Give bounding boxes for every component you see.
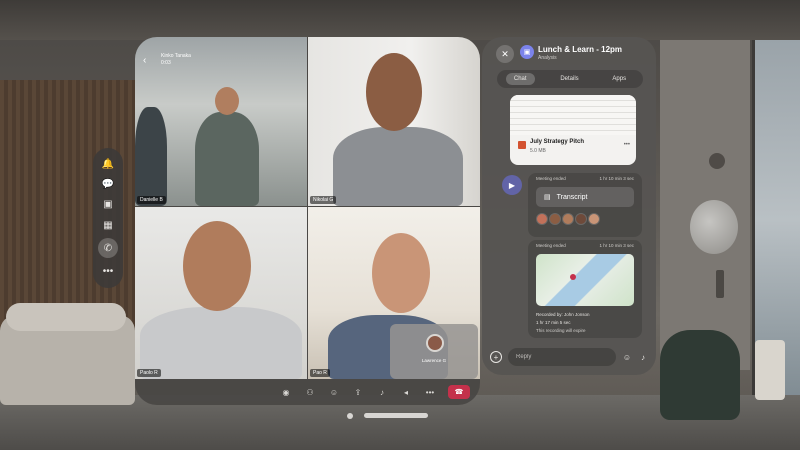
camera-icon[interactable]: ◉ [280, 386, 292, 398]
window-close-dot[interactable] [347, 413, 353, 419]
file-size: 5.0 MB [530, 148, 546, 154]
more-icon[interactable]: ••• [624, 142, 630, 148]
participant-tile[interactable]: Paolo R [135, 207, 307, 379]
more-icon[interactable]: ••• [424, 386, 436, 398]
self-view[interactable]: Lawrence G [390, 324, 478, 379]
meeting-window: ‹ Kinko Tanaka 0:03 Danielle B Nikolai G… [135, 37, 480, 405]
participant-name: Pao R [310, 369, 330, 377]
call-controls: ◉ ⚇ ☺ ⇪ ♪ ◂ ••• ☎ [135, 379, 480, 405]
attendee-avatars [536, 213, 600, 225]
map-preview[interactable] [536, 254, 634, 306]
mic-icon[interactable]: ♪ [638, 352, 648, 362]
map-pin-icon [570, 274, 576, 280]
avatar [588, 213, 600, 225]
powerpoint-icon [518, 141, 526, 149]
participant-name: Nikolai G [310, 196, 337, 204]
wall-switch [716, 270, 724, 298]
close-icon[interactable]: ✕ [496, 45, 514, 63]
calendar-icon[interactable]: ▦ [101, 218, 115, 232]
message-meta: Meeting ended [536, 176, 566, 181]
recording-duration: 1 hr 17 min 5 sec [536, 320, 571, 325]
chat-icon[interactable]: 💬 [101, 177, 115, 191]
transcript-label: Transcript [556, 193, 588, 201]
side-lamp [755, 340, 785, 400]
video-grid: ‹ Kinko Tanaka 0:03 Danielle B Nikolai G… [135, 37, 480, 379]
reactions-icon[interactable]: ☺ [328, 386, 340, 398]
file-name: July Strategy Pitch [530, 139, 585, 145]
overlay-title: Kinko Tanaka [161, 53, 191, 59]
emoji-icon[interactable]: ☺ [622, 352, 632, 362]
participant-name: Paolo R [137, 369, 161, 377]
file-preview [510, 95, 636, 135]
participant-figure [333, 127, 463, 206]
reply-composer: + ☺ ♪ [490, 346, 648, 368]
tab-apps[interactable]: Apps [604, 73, 634, 85]
message-card: Meeting ended 1 hr 10 min 3 sec ▤ Transc… [528, 173, 642, 237]
file-card[interactable]: July Strategy Pitch 5.0 MB ••• [510, 95, 636, 165]
channel-icon: ▣ [520, 45, 534, 59]
add-icon[interactable]: + [490, 351, 502, 363]
meeting-chat-panel: ✕ ▣ Lunch & Learn - 12pm Analysis Chat D… [482, 37, 656, 375]
self-view-name: Lawrence G [421, 358, 447, 363]
avatar [536, 213, 548, 225]
phone-icon[interactable]: ✆ [98, 238, 118, 259]
speaker-icon[interactable]: ◂ [400, 386, 412, 398]
avatar [426, 334, 444, 352]
message-time: 1 hr 10 min 3 sec [599, 243, 634, 248]
people-icon[interactable]: ⚇ [304, 386, 316, 398]
bell-icon[interactable]: 🔔 [101, 157, 115, 171]
room-ceiling [0, 0, 800, 40]
avatar [575, 213, 587, 225]
wall-fixture [709, 153, 725, 169]
participant-face [366, 53, 422, 131]
mic-icon[interactable]: ♪ [376, 386, 388, 398]
participant-tile[interactable]: ‹ Kinko Tanaka 0:03 Danielle B [135, 37, 307, 206]
more-icon[interactable]: ••• [101, 265, 115, 279]
meeting-bot-icon: ▶ [502, 175, 522, 195]
panel-tabs: Chat Details Apps [497, 70, 643, 88]
tab-details[interactable]: Details [552, 73, 586, 85]
message-meta: Meeting ended [536, 243, 566, 248]
document-icon: ▤ [544, 194, 551, 201]
participant-face [372, 233, 430, 313]
participant-face [215, 87, 239, 115]
participant-tile[interactable]: Nikolai G [308, 37, 480, 206]
meeting-overlay-title: Kinko Tanaka 0:03 [161, 53, 191, 67]
participant-name: Danielle B [137, 196, 166, 204]
recorded-by: Recorded by: John Jonson [536, 312, 590, 317]
sofa [0, 303, 135, 405]
app-rail: 🔔 💬 ▣ ▦ ✆ ••• [93, 148, 123, 288]
reply-input[interactable] [508, 348, 616, 366]
panel-title: Lunch & Learn - 12pm [538, 45, 623, 54]
tab-chat[interactable]: Chat [505, 73, 535, 85]
message-time: 1 hr 10 min 3 sec [599, 176, 634, 181]
participant-figure [195, 112, 259, 206]
share-icon[interactable]: ⇪ [352, 386, 364, 398]
overlay-time: 0:03 [161, 60, 171, 66]
recording-expiry: This recording will expire [536, 328, 586, 333]
transcript-button[interactable]: ▤ Transcript [536, 187, 634, 207]
participant-figure [140, 307, 302, 379]
armchair [660, 330, 740, 420]
window-grabber[interactable] [364, 413, 428, 418]
participant-face [183, 221, 251, 311]
back-arrow-icon[interactable]: ‹ [143, 55, 146, 66]
participant-figure [135, 107, 167, 206]
teams-icon[interactable]: ▣ [101, 198, 115, 212]
panel-subtitle: Analysis [538, 55, 557, 61]
avatar [562, 213, 574, 225]
hang-up-button[interactable]: ☎ [448, 385, 470, 399]
avatar [549, 213, 561, 225]
round-mirror [690, 200, 738, 254]
message-card: Meeting ended 1 hr 10 min 3 sec Recorded… [528, 240, 642, 338]
